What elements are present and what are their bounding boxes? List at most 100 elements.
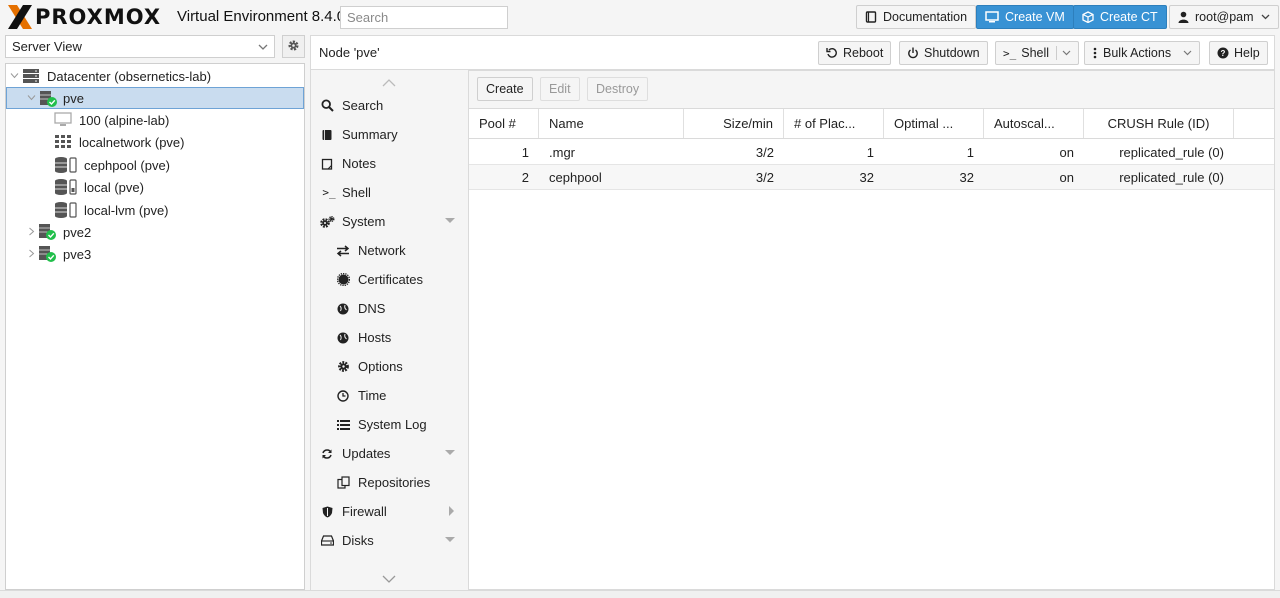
exchange-icon bbox=[336, 244, 350, 258]
menu-item-label: Time bbox=[358, 388, 387, 403]
documentation-button[interactable]: Documentation bbox=[856, 5, 977, 29]
user-menu-button[interactable]: root@pam bbox=[1169, 5, 1279, 29]
menu-item-system[interactable]: System bbox=[311, 207, 469, 236]
shell-button[interactable]: >_ Shell bbox=[995, 41, 1080, 65]
chevron-down-icon bbox=[1261, 12, 1270, 22]
create-ct-button[interactable]: Create CT bbox=[1073, 5, 1167, 29]
tree-node-pve3[interactable]: pve3 bbox=[6, 243, 304, 265]
menu-item-repositories[interactable]: Repositories bbox=[311, 468, 469, 497]
expanded-arrow-icon[interactable] bbox=[27, 93, 36, 104]
column-header-placement-groups[interactable]: # of Plac... bbox=[784, 109, 884, 138]
help-button[interactable]: ? Help bbox=[1209, 41, 1268, 65]
node-online-icon bbox=[38, 90, 57, 107]
expand-caret-icon[interactable] bbox=[449, 505, 455, 518]
top-header: PROXMOX Virtual Environment 8.4.0 Docume… bbox=[0, 0, 1280, 34]
menu-item-dns[interactable]: DNS bbox=[311, 294, 469, 323]
collapse-caret-icon[interactable] bbox=[445, 536, 455, 545]
table-row[interactable]: 1 .mgr 3/2 1 1 on replicated_rule (0) bbox=[469, 140, 1274, 165]
collapse-caret-icon[interactable] bbox=[445, 449, 455, 458]
tree-node-pve[interactable]: pve bbox=[6, 87, 304, 109]
menu-item-summary[interactable]: Summary bbox=[311, 120, 469, 149]
tree-node-datacenter[interactable]: Datacenter (obsernetics-lab) bbox=[6, 65, 304, 87]
tree-settings-button[interactable] bbox=[282, 35, 305, 58]
menu-item-updates[interactable]: Updates bbox=[311, 439, 469, 468]
proxmox-logo[interactable]: PROXMOX bbox=[6, 4, 161, 30]
scroll-up-arrow-icon[interactable] bbox=[382, 75, 396, 90]
tree-node-pve2[interactable]: pve2 bbox=[6, 221, 304, 243]
list-icon bbox=[336, 418, 350, 432]
collapsed-arrow-icon[interactable] bbox=[27, 227, 36, 238]
menu-item-system-log[interactable]: System Log bbox=[311, 410, 469, 439]
table-row[interactable]: 2 cephpool 3/2 32 32 on replicated_rule … bbox=[469, 165, 1274, 190]
menu-item-label: Shell bbox=[342, 185, 371, 200]
svg-text:?: ? bbox=[1221, 49, 1226, 58]
cell-name: .mgr bbox=[549, 144, 575, 160]
tree-label: cephpool (pve) bbox=[84, 157, 170, 173]
storage-icon bbox=[54, 201, 77, 218]
chevron-down-icon bbox=[1178, 46, 1192, 60]
cell-name: cephpool bbox=[549, 169, 602, 185]
menu-item-label: Summary bbox=[342, 127, 398, 142]
menu-item-search[interactable]: Search bbox=[311, 91, 469, 120]
create-vm-button[interactable]: Create VM bbox=[976, 5, 1074, 29]
column-header-optimal[interactable]: Optimal ... bbox=[884, 109, 984, 138]
vm-monitor-icon bbox=[54, 112, 72, 128]
bulk-actions-button[interactable]: Bulk Actions bbox=[1084, 41, 1201, 65]
user-label: root@pam bbox=[1195, 10, 1254, 24]
cell-optimal: 1 bbox=[966, 144, 974, 160]
reboot-button[interactable]: Reboot bbox=[818, 41, 892, 65]
documentation-label: Documentation bbox=[883, 10, 968, 24]
menu-item-time[interactable]: Time bbox=[311, 381, 469, 410]
tree-node-local-lvm[interactable]: local-lvm (pve) bbox=[6, 199, 304, 221]
menu-item-shell[interactable]: >_ Shell bbox=[311, 178, 469, 207]
brand-wordmark: PROXMOX bbox=[35, 5, 162, 29]
log-panel-collapsed[interactable] bbox=[0, 590, 1280, 598]
menu-item-firewall[interactable]: Firewall bbox=[311, 497, 469, 526]
server-stack-icon bbox=[22, 68, 40, 84]
chevron-down-icon[interactable] bbox=[1056, 46, 1071, 60]
cell-size-min: 3/2 bbox=[755, 144, 774, 160]
tree-node-cephpool[interactable]: cephpool (pve) bbox=[6, 154, 304, 176]
tree-label: localnetwork (pve) bbox=[79, 134, 185, 150]
search-icon bbox=[320, 99, 334, 113]
collapsed-arrow-icon[interactable] bbox=[27, 249, 36, 260]
tree-node-local[interactable]: local (pve) bbox=[6, 176, 304, 198]
menu-item-hosts[interactable]: Hosts bbox=[311, 323, 469, 352]
menu-item-notes[interactable]: Notes bbox=[311, 149, 469, 178]
tree-label: local-lvm (pve) bbox=[84, 202, 169, 218]
collapse-caret-icon[interactable] bbox=[445, 217, 455, 226]
shutdown-button[interactable]: Shutdown bbox=[899, 41, 988, 65]
ceph-pools-panel: Create Edit Destroy Pool # Name Size/min… bbox=[468, 70, 1275, 590]
shell-label: Shell bbox=[1021, 46, 1050, 60]
server-view-select[interactable]: Server View bbox=[5, 35, 275, 58]
help-label: Help bbox=[1234, 46, 1260, 60]
column-header-autoscale[interactable]: Autoscal... bbox=[984, 109, 1084, 138]
node-header-bar: Node 'pve' Reboot Shutdown >_ Shell Bulk… bbox=[310, 35, 1275, 70]
menu-item-certificates[interactable]: Certificates bbox=[311, 265, 469, 294]
chevron-down-icon bbox=[258, 36, 268, 66]
menu-item-options[interactable]: Options bbox=[311, 352, 469, 381]
cell-optimal: 32 bbox=[959, 169, 974, 185]
menu-item-disks[interactable]: Disks bbox=[311, 526, 469, 555]
column-header-crush-rule[interactable]: CRUSH Rule (ID) bbox=[1084, 109, 1234, 138]
resource-tree: Datacenter (obsernetics-lab) pve 100 (al… bbox=[5, 63, 305, 590]
book-icon bbox=[865, 11, 877, 23]
tree-node-vm-100[interactable]: 100 (alpine-lab) bbox=[6, 109, 304, 131]
scroll-down-arrow-icon[interactable] bbox=[382, 572, 396, 587]
column-header-pool-number[interactable]: Pool # bbox=[469, 109, 539, 138]
column-header-name[interactable]: Name bbox=[539, 109, 684, 138]
destroy-button[interactable]: Destroy bbox=[587, 77, 649, 101]
cell-placement-groups: 32 bbox=[859, 169, 874, 185]
menu-item-network[interactable]: Network bbox=[311, 236, 469, 265]
expanded-arrow-icon[interactable] bbox=[10, 71, 19, 82]
shield-icon bbox=[320, 505, 334, 519]
globe-icon bbox=[336, 302, 350, 316]
menu-item-label: Hosts bbox=[358, 330, 392, 345]
column-header-size-min[interactable]: Size/min bbox=[684, 109, 784, 138]
global-search-input[interactable] bbox=[340, 6, 508, 29]
tree-label: pve bbox=[63, 90, 84, 106]
tree-node-localnetwork[interactable]: localnetwork (pve) bbox=[6, 131, 304, 153]
menu-item-label: Disks bbox=[342, 533, 374, 548]
create-button[interactable]: Create bbox=[477, 77, 533, 101]
edit-button[interactable]: Edit bbox=[540, 77, 580, 101]
